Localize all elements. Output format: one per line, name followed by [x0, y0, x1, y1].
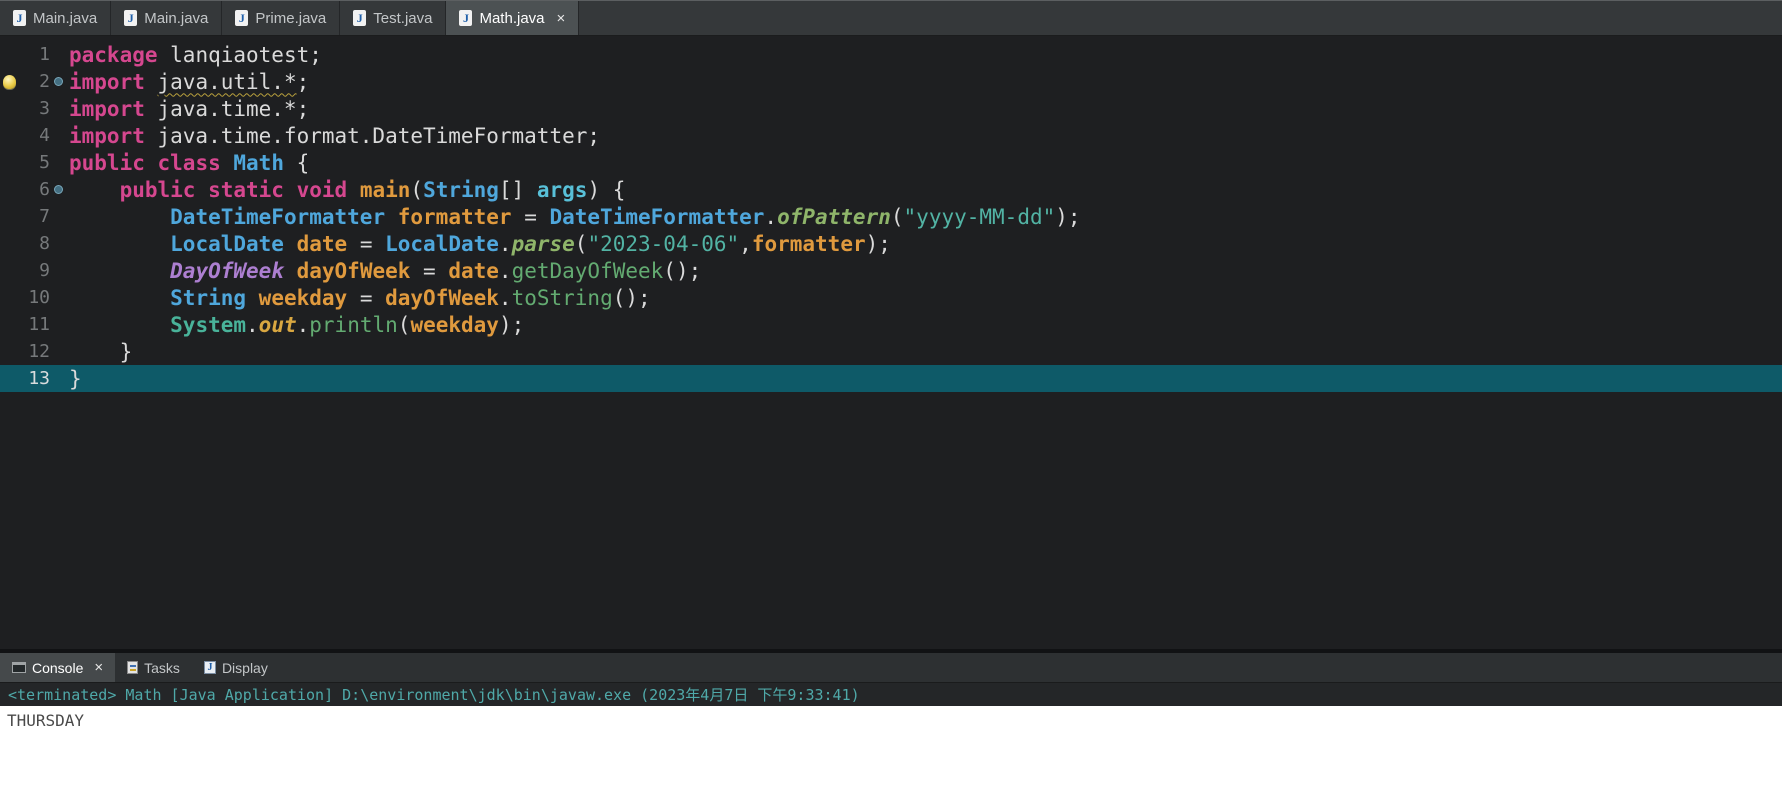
- code-text: LocalDate date = LocalDate.parse("2023-0…: [66, 232, 891, 256]
- console-output[interactable]: THURSDAY: [0, 706, 1782, 804]
- fold-marker-icon[interactable]: [54, 77, 63, 86]
- line-number: 13: [18, 368, 50, 389]
- console-output-text: THURSDAY: [7, 711, 84, 730]
- code-text: public class Math {: [66, 151, 309, 175]
- code-text: import java.util.*;: [66, 70, 309, 94]
- line-number: 9: [18, 260, 50, 281]
- code-text: import java.time.format.DateTimeFormatte…: [66, 124, 600, 148]
- editor-tab-label: Main.java: [144, 10, 208, 27]
- console-tab-label: Display: [222, 660, 268, 676]
- fold-column: [50, 185, 66, 194]
- editor-tab-test-java-3[interactable]: J Test.java: [340, 1, 446, 35]
- close-icon[interactable]: ×: [557, 10, 566, 27]
- line-number: 7: [18, 206, 50, 227]
- code-text: }: [66, 340, 132, 364]
- code-text: package lanqiaotest;: [66, 43, 322, 67]
- close-icon[interactable]: ×: [94, 659, 103, 676]
- code-line-3[interactable]: 3 import java.time.*;: [0, 95, 1782, 122]
- marker-column: [0, 75, 18, 89]
- code-text: DayOfWeek dayOfWeek = date.getDayOfWeek(…: [66, 259, 701, 283]
- code-line-2[interactable]: 2 import java.util.*;: [0, 68, 1782, 95]
- line-number: 5: [18, 152, 50, 173]
- console-view-tab-tasks[interactable]: Tasks: [115, 653, 192, 682]
- code-editor[interactable]: 1 package lanqiaotest; 2 import java.util.*…: [0, 36, 1782, 649]
- java-file-icon: J: [124, 10, 137, 26]
- console-icon: [12, 662, 26, 673]
- code-text: System.out.println(weekday);: [66, 313, 524, 337]
- fold-marker-icon[interactable]: [54, 185, 63, 194]
- code-line-11[interactable]: 11 System.out.println(weekday);: [0, 311, 1782, 338]
- console-tabbar: Console × Tasks J Display: [0, 653, 1782, 683]
- code-area: 1 package lanqiaotest; 2 import java.util.*…: [0, 41, 1782, 392]
- java-file-icon: J: [235, 10, 248, 26]
- code-line-4[interactable]: 4 import java.time.format.DateTimeFormatt…: [0, 122, 1782, 149]
- editor-tab-label: Math.java: [479, 10, 544, 27]
- console-tab-label: Console: [32, 660, 83, 676]
- code-text: DateTimeFormatter formatter = DateTimeFo…: [66, 205, 1081, 229]
- code-line-7[interactable]: 7 DateTimeFormatter formatter = DateTime…: [0, 203, 1782, 230]
- editor-tab-prime-java-2[interactable]: J Prime.java: [222, 1, 340, 35]
- code-line-6[interactable]: 6 public static void main(String[] args)…: [0, 176, 1782, 203]
- console-status: <terminated> Math [Java Application] D:\…: [0, 683, 1782, 706]
- code-text: import java.time.*;: [66, 97, 309, 121]
- code-text: }: [66, 367, 82, 391]
- editor-tab-label: Main.java: [33, 10, 97, 27]
- line-number: 4: [18, 125, 50, 146]
- editor-tab-main-java-1[interactable]: J Main.java: [111, 1, 222, 35]
- console-tab-label: Tasks: [144, 660, 180, 676]
- line-number: 6: [18, 179, 50, 200]
- display-icon: J: [204, 661, 216, 674]
- line-number: 10: [18, 287, 50, 308]
- console-panel: Console × Tasks J Display <terminated> Math …: [0, 653, 1782, 804]
- code-line-12[interactable]: 12 }: [0, 338, 1782, 365]
- line-number: 12: [18, 341, 50, 362]
- editor-tab-math-java-4[interactable]: J Math.java ×: [446, 1, 579, 35]
- line-number: 2: [18, 71, 50, 92]
- tasks-icon: [127, 661, 138, 674]
- java-file-icon: J: [13, 10, 26, 26]
- fold-column: [50, 77, 66, 86]
- code-line-13[interactable]: 13}: [0, 365, 1782, 392]
- java-file-icon: J: [459, 10, 472, 26]
- eclipse-window: J Main.java J Main.java J Prime.java J Test.jav…: [0, 0, 1782, 804]
- code-text: public static void main(String[] args) {: [66, 178, 625, 202]
- editor-tab-main-java-0[interactable]: J Main.java: [0, 1, 111, 35]
- console-view-tab-display[interactable]: J Display: [192, 653, 280, 682]
- line-number: 3: [18, 98, 50, 119]
- code-line-8[interactable]: 8 LocalDate date = LocalDate.parse("2023…: [0, 230, 1782, 257]
- line-number: 11: [18, 314, 50, 335]
- line-number: 1: [18, 44, 50, 65]
- code-text: String weekday = dayOfWeek.toString();: [66, 286, 651, 310]
- editor-tabbar: J Main.java J Main.java J Prime.java J Test.jav…: [0, 0, 1782, 36]
- code-line-5[interactable]: 5 public class Math {: [0, 149, 1782, 176]
- line-number: 8: [18, 233, 50, 254]
- java-file-icon: J: [353, 10, 366, 26]
- code-line-9[interactable]: 9 DayOfWeek dayOfWeek = date.getDayOfWee…: [0, 257, 1782, 284]
- console-view-tab-console[interactable]: Console ×: [0, 653, 115, 682]
- code-line-1[interactable]: 1 package lanqiaotest;: [0, 41, 1782, 68]
- warning-lightbulb-icon[interactable]: [3, 75, 16, 89]
- editor-tab-label: Test.java: [373, 10, 432, 27]
- code-line-10[interactable]: 10 String weekday = dayOfWeek.toString()…: [0, 284, 1782, 311]
- editor-tab-label: Prime.java: [255, 10, 326, 27]
